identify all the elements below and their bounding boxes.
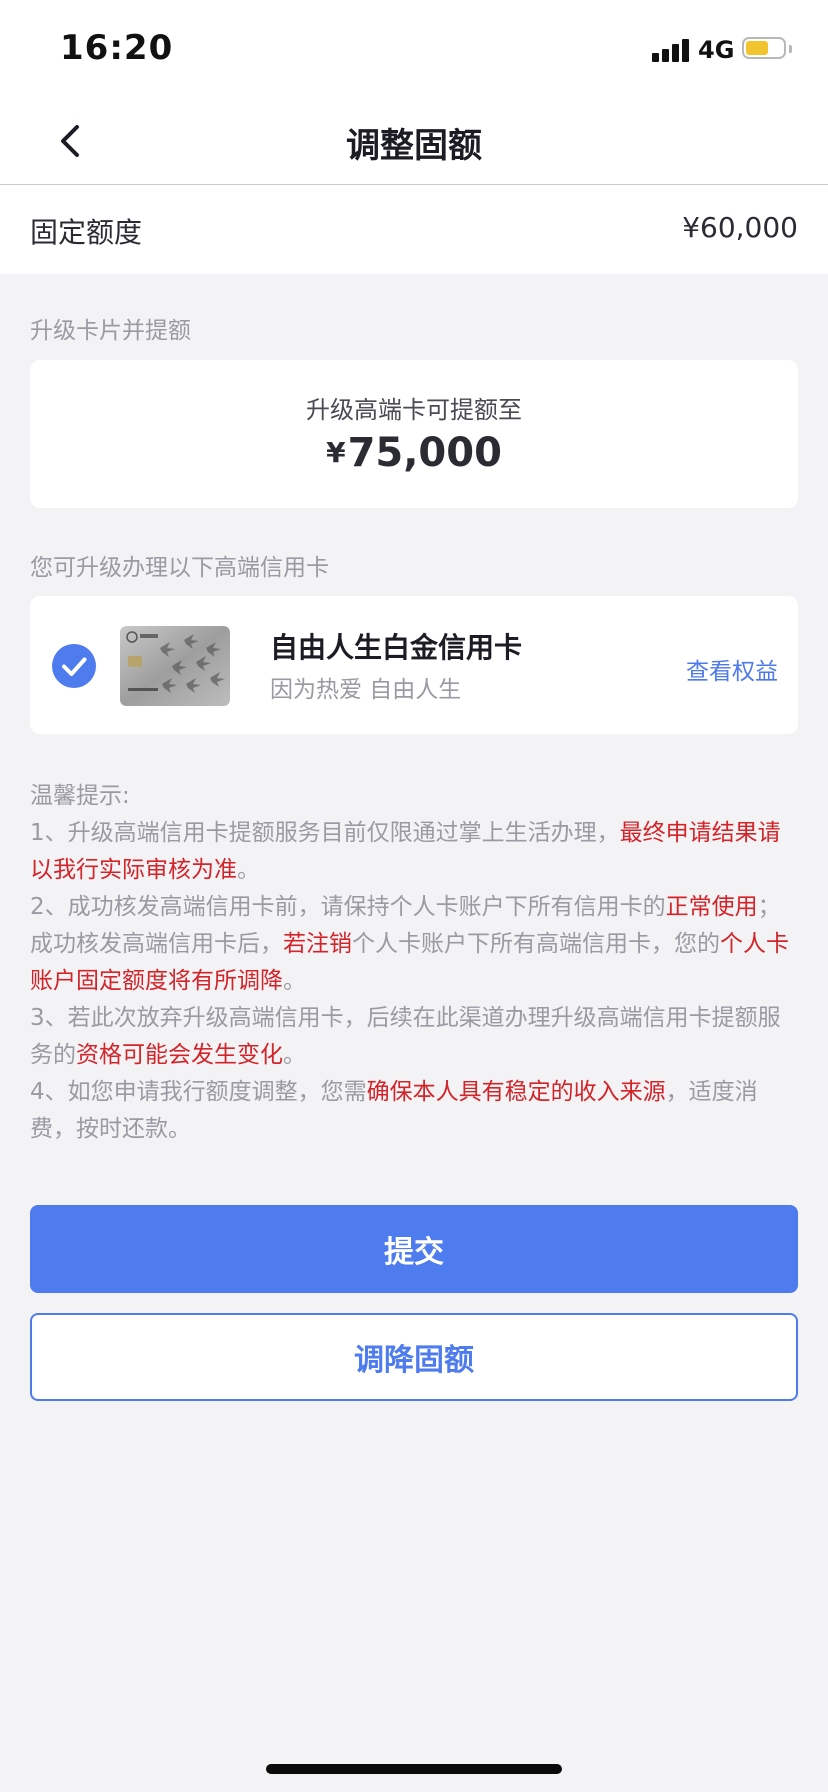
upgrade-caption: 升级高端卡可提额至 [306, 396, 522, 424]
credit-card-image [120, 626, 230, 706]
card-name: 自由人生白金信用卡 [270, 631, 523, 664]
network-type: 4G [698, 36, 735, 64]
checkmark-selected-icon[interactable] [52, 644, 96, 688]
currency-symbol: ¥ [326, 436, 346, 469]
tip-item-2: 2、成功核发高端信用卡前，请保持个人卡账户下所有信用卡的正常使用；成功核发高端信… [30, 894, 789, 994]
battery-cap [789, 45, 792, 53]
battery-level-fill [746, 41, 768, 55]
tips-title: 温馨提示: [30, 783, 130, 809]
tips-section: 温馨提示: 1、升级高端信用卡提额服务目前仅限通过掌上生活办理，最终申请结果请以… [30, 778, 798, 1148]
card-slogan: 因为热爱 自由人生 [270, 677, 462, 703]
status-time: 16:20 [60, 28, 174, 68]
lower-quota-button[interactable]: 调降固额 [30, 1313, 798, 1401]
tip-item-3: 3、若此次放弃升级高端信用卡，后续在此渠道办理升级高端信用卡提额服务的资格可能会… [30, 1005, 781, 1068]
credit-card-option[interactable]: 自由人生白金信用卡 因为热爱 自由人生 查看权益 [30, 596, 798, 734]
nav-bar: 调整固额 [0, 96, 828, 185]
tip-item-4: 4、如您申请我行额度调整，您需确保本人具有稳定的收入来源，适度消费，按时还款。 [30, 1079, 758, 1142]
upgrade-amount-value: 75,000 [347, 430, 502, 476]
battery-icon [742, 37, 786, 59]
fixed-quota-value: ¥60,000 [682, 211, 798, 244]
upgrade-amount: ¥75,000 [30, 430, 798, 476]
home-indicator[interactable] [266, 1764, 562, 1774]
fixed-quota-row: 固定额度 ¥60,000 [0, 185, 828, 274]
tip-item-1: 1、升级高端信用卡提额服务目前仅限通过掌上生活办理，最终申请结果请以我行实际审核… [30, 820, 781, 883]
upgrade-section-label: 升级卡片并提额 [30, 318, 191, 344]
fixed-quota-label: 固定额度 [30, 216, 143, 249]
cellular-signal-icon [652, 38, 692, 62]
cards-section-label: 您可升级办理以下高端信用卡 [30, 555, 329, 581]
page-title: 调整固额 [346, 126, 482, 166]
status-bar: 16:20 4G [0, 0, 828, 96]
view-benefits-link[interactable]: 查看权益 [686, 652, 778, 686]
submit-button[interactable]: 提交 [30, 1205, 798, 1293]
upgrade-amount-card: 升级高端卡可提额至 ¥75,000 [30, 360, 798, 508]
